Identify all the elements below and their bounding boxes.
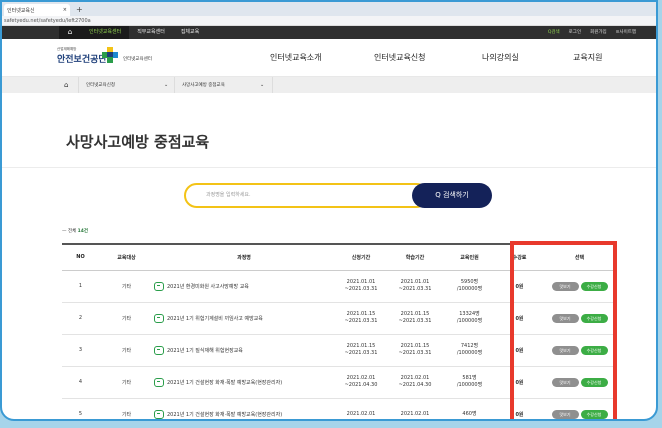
row-apply-period: 2021.01.15 ~2021.03.31: [344, 343, 378, 356]
sitemap-link[interactable]: ≡사이트맵: [616, 26, 636, 39]
course-screen-icon: [154, 313, 164, 323]
col-header-target[interactable]: 교육대상: [99, 244, 154, 270]
search-button[interactable]: Q 검색하기: [412, 183, 492, 208]
breadcrumb-divider: [272, 77, 273, 93]
address-bar[interactable]: safetyedu.net/safetyedu/left2700a: [2, 16, 656, 26]
course-title[interactable]: 2021년 환경미화원 사고사망예방 교육: [167, 284, 249, 290]
row-people: 7412명/100000명: [456, 343, 483, 356]
row-target: 기타: [121, 411, 132, 418]
course-title[interactable]: 2021년 1기 건설현장 화재·폭발 예방교육(현장관리자): [167, 412, 282, 418]
search-area: 과정명을 입력하세요. Q 검색하기: [184, 183, 494, 208]
highlight-box: [510, 241, 617, 419]
row-course[interactable]: 2021년 1기 건설현장 화재·폭발 예방교육(현장관리자): [154, 398, 334, 419]
row-study-period: 2021.02.01 ~2021.04.30: [398, 375, 432, 388]
breadcrumb-divider: [174, 77, 175, 93]
top-navigation: ⌂ 인터넷교육센터 직무교육센터 집체교육 Q검색 로그인 회원가입 ≡사이트맵: [2, 26, 656, 39]
course-title[interactable]: 2021년 1기 질식재해 위험현장교육: [167, 348, 243, 354]
course-screen-icon: [154, 345, 164, 355]
logo-subtitle: 인터넷교육센터: [123, 57, 152, 62]
row-study-period: 2021.01.01 ~2021.03.31: [398, 279, 432, 292]
row-no: 2: [78, 315, 83, 321]
home-icon[interactable]: ⌂: [59, 26, 81, 39]
page-title: 사망사고예방 중점교육: [66, 133, 210, 151]
col-header-no[interactable]: NO: [62, 244, 99, 270]
logo-cross-icon: [102, 47, 118, 63]
row-people: 13324명/100000명: [456, 311, 483, 324]
course-title[interactable]: 2021년 1기 위험기계설비 끼임사고 예방교육: [167, 316, 263, 322]
tab-close-icon[interactable]: ×: [63, 7, 67, 13]
menu-apply[interactable]: 인터넷교육신청: [374, 39, 426, 77]
row-course[interactable]: 2021년 1기 건설현장 화재·폭발 예방교육(현장관리자): [154, 366, 334, 398]
row-people: 5950명/100000명: [456, 279, 483, 292]
browser-window: 인터넷교육신 × + safetyedu.net/safetyedu/left2…: [0, 0, 658, 421]
chevron-down-icon[interactable]: ⌄: [260, 82, 264, 88]
row-people: 460명: [462, 410, 477, 417]
row-course[interactable]: 2021년 환경미화원 사고사망예방 교육: [154, 270, 334, 302]
browser-tab[interactable]: 인터넷교육신 ×: [4, 4, 70, 16]
breadcrumb-level1[interactable]: 인터넷교육신청: [86, 82, 115, 88]
browser-tab-bar: 인터넷교육신 × +: [2, 2, 656, 16]
breadcrumb-home-icon[interactable]: ⌂: [64, 81, 68, 89]
site-header: 산업재해예방 안전보건공단 인터넷교육센터 인터넷교육소개 인터넷교육신청 나의…: [2, 39, 656, 77]
total-label: 전체: [67, 229, 77, 234]
row-target: 기타: [121, 283, 132, 290]
row-no: 1: [78, 283, 83, 289]
menu-my-classroom[interactable]: 나의강의실: [482, 39, 519, 77]
row-study-period: 2021.01.15 ~2021.03.31: [398, 343, 432, 356]
row-target: 기타: [121, 379, 132, 386]
search-link[interactable]: Q검색: [548, 26, 560, 39]
breadcrumb: ⌂ 인터넷교육신청 ⌄ 사망사고예방 중점교육 ⌄: [2, 77, 656, 93]
new-tab-icon[interactable]: +: [76, 4, 83, 16]
row-apply-period: 2021.01.01 ~2021.03.31: [344, 279, 378, 292]
total-count: — 전체 14건: [62, 229, 89, 234]
topnav-item-group-edu[interactable]: 집체교육: [173, 26, 207, 39]
topnav-item-job-edu[interactable]: 직무교육센터: [129, 26, 173, 39]
logo-name: 안전보건공단: [57, 55, 107, 65]
row-target: 기타: [121, 315, 132, 322]
row-apply-period: 2021.02.01: [346, 410, 376, 417]
search-input[interactable]: 과정명을 입력하세요.: [184, 183, 429, 208]
utility-links: Q검색 로그인 회원가입 ≡사이트맵: [548, 26, 636, 39]
col-header-study-period[interactable]: 학습기간: [388, 244, 442, 270]
total-number: 14건: [77, 229, 89, 234]
col-header-course[interactable]: 과정명: [154, 244, 334, 270]
row-no: 5: [78, 411, 83, 417]
title-divider: [2, 167, 656, 168]
row-study-period: 2021.02.01: [400, 410, 430, 417]
course-screen-icon: [154, 409, 164, 419]
row-target: 기타: [121, 347, 132, 354]
col-header-apply-period[interactable]: 신청기간: [334, 244, 388, 270]
signup-link[interactable]: 회원가입: [590, 26, 607, 39]
topnav-item-internet-edu[interactable]: 인터넷교육센터: [81, 26, 130, 39]
chevron-down-icon[interactable]: ⌄: [164, 82, 168, 88]
col-header-people[interactable]: 교육인원: [442, 244, 497, 270]
row-apply-period: 2021.01.15 ~2021.03.31: [344, 311, 378, 324]
login-link[interactable]: 로그인: [569, 26, 581, 39]
row-no: 3: [78, 347, 83, 353]
menu-intro[interactable]: 인터넷교육소개: [270, 39, 322, 77]
row-no: 4: [78, 379, 83, 385]
row-course[interactable]: 2021년 1기 위험기계설비 끼임사고 예방교육: [154, 302, 334, 334]
row-apply-period: 2021.02.01 ~2021.04.30: [344, 375, 378, 388]
breadcrumb-level2[interactable]: 사망사고예방 중점교육: [182, 82, 225, 88]
breadcrumb-divider: [78, 77, 79, 93]
tab-title: 인터넷교육신: [7, 7, 35, 14]
row-people: 581명/100000명: [456, 375, 483, 388]
course-screen-icon: [154, 281, 164, 291]
course-title[interactable]: 2021년 1기 건설현장 화재·폭발 예방교육(현장관리자): [167, 380, 282, 386]
row-course[interactable]: 2021년 1기 질식재해 위험현장교육: [154, 334, 334, 366]
course-screen-icon: [154, 377, 164, 387]
row-study-period: 2021.01.15 ~2021.03.31: [398, 311, 432, 324]
menu-support[interactable]: 교육지원: [573, 39, 602, 77]
site-logo[interactable]: 산업재해예방 안전보건공단 인터넷교육센터: [57, 47, 177, 71]
